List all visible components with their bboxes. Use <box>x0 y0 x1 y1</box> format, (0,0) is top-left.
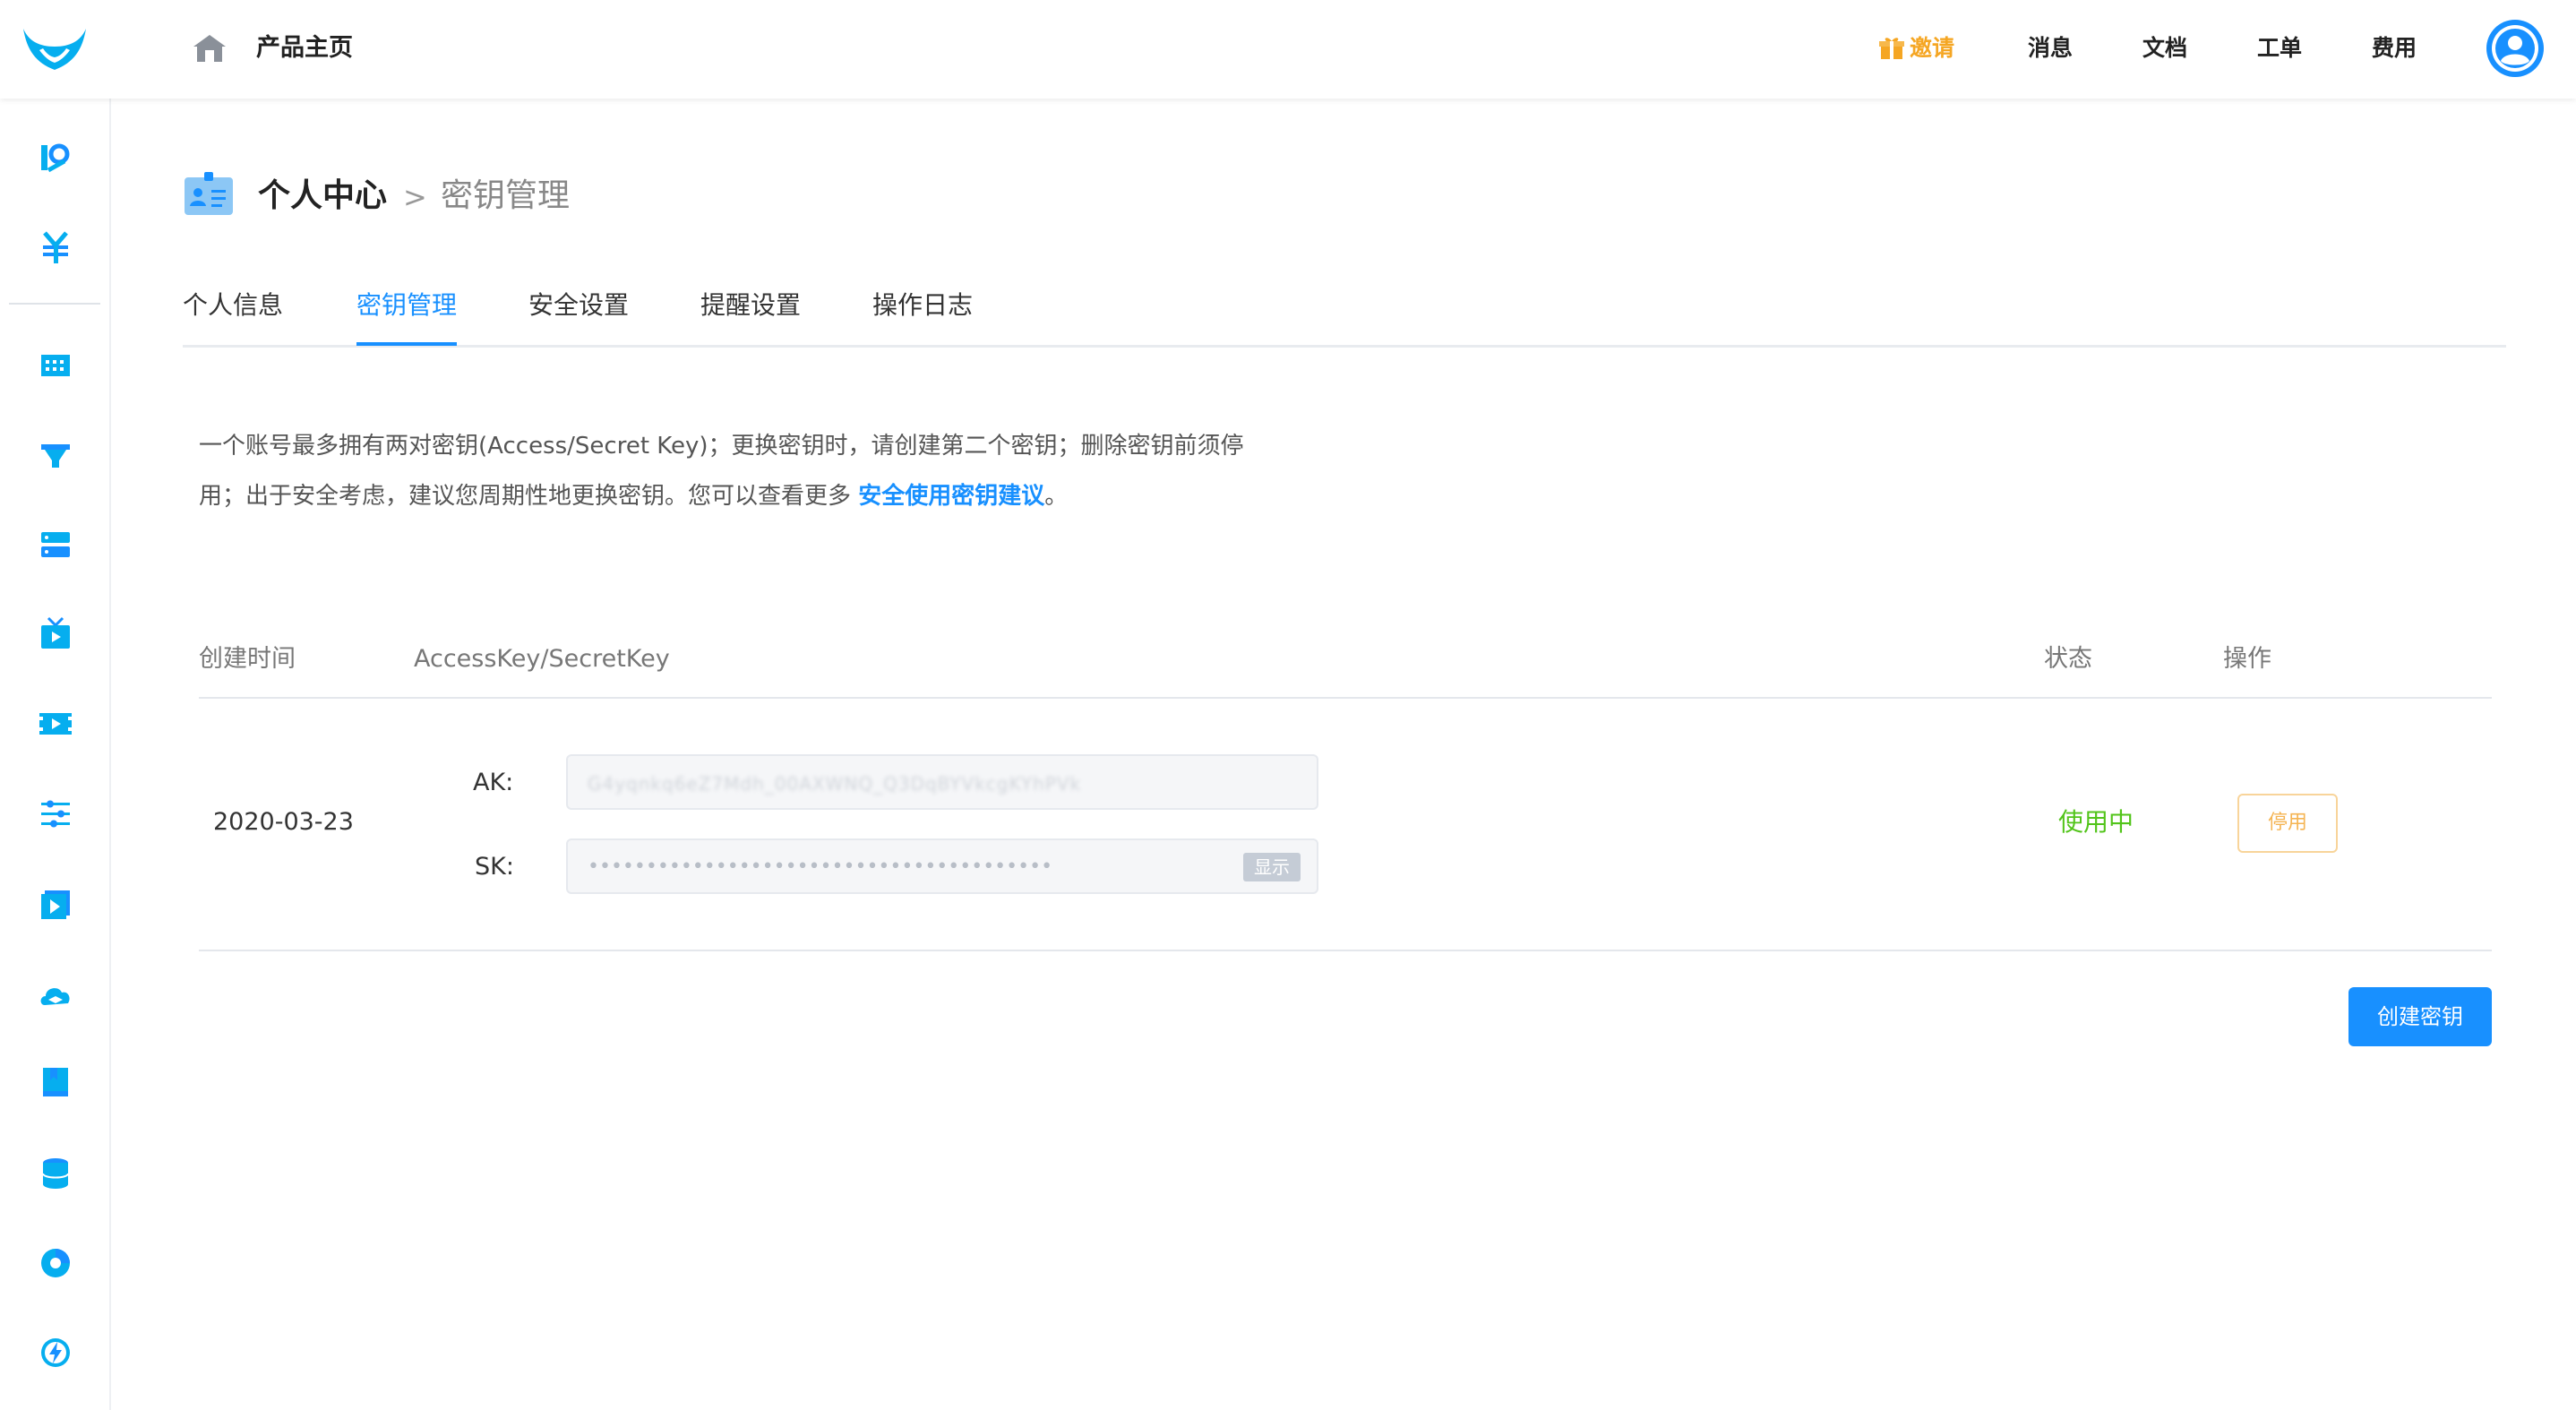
server-icon[interactable] <box>38 527 73 563</box>
lightning-icon[interactable] <box>38 1335 73 1371</box>
table-row-divider <box>199 950 2492 951</box>
video-icon[interactable] <box>38 706 73 742</box>
ai-icon[interactable] <box>38 140 73 176</box>
security-advice-link[interactable]: 安全使用密钥建议 <box>858 483 1044 510</box>
top-bar: 产品主页 邀请 消息 文档 工单 费用 <box>0 0 2576 99</box>
id-card-icon <box>185 172 233 215</box>
create-key-button[interactable]: 创建密钥 <box>2348 987 2492 1046</box>
notice-line-2-suffix: 。 <box>1044 483 1069 510</box>
breadcrumb-separator: > <box>403 180 427 214</box>
dashboard-icon[interactable] <box>38 348 73 383</box>
sk-label: SK: <box>475 853 514 881</box>
page-title: 个人中心 <box>258 177 388 214</box>
key-notice: 一个账号最多拥有两对密钥(Access/Secret Key)；更换密钥时，请创… <box>199 421 1363 521</box>
tab-bar: 个人信息 密钥管理 安全设置 提醒设置 操作日志 <box>183 278 2506 348</box>
user-icon <box>2492 25 2538 72</box>
product-home-link[interactable]: 产品主页 <box>256 30 353 66</box>
sidebar <box>0 99 111 1410</box>
qiniu-logo-icon[interactable] <box>20 23 90 75</box>
ak-label: AK: <box>473 769 514 796</box>
billing-link[interactable]: 费用 <box>2372 30 2417 66</box>
column-header-key: AccessKey/SecretKey <box>414 645 670 673</box>
tab-key-management[interactable]: 密钥管理 <box>356 283 457 328</box>
sliders-icon[interactable] <box>38 795 73 831</box>
table-header-divider <box>199 697 2492 699</box>
tab-reminder-settings[interactable]: 提醒设置 <box>700 283 801 328</box>
invite-link[interactable]: 邀请 <box>1879 30 1954 66</box>
active-tab-indicator <box>356 342 457 346</box>
show-secret-button[interactable]: 显示 <box>1243 853 1301 881</box>
column-header-created: 创建时间 <box>199 645 296 673</box>
invite-label: 邀请 <box>1910 35 1955 61</box>
access-key-field[interactable]: G4yqnkq6eZ7Mdh_00AXWNQ_Q3DqBYVkcgKYhPVk <box>566 754 1318 810</box>
messages-link[interactable]: 消息 <box>2028 30 2073 66</box>
status-badge: 使用中 <box>2058 807 2134 837</box>
tab-security-settings[interactable]: 安全设置 <box>528 283 629 328</box>
notice-line-2-prefix: 用；出于安全考虑，建议您周期性地更换密钥。您可以查看更多 <box>199 483 859 510</box>
notice-line-1: 一个账号最多拥有两对密钥(Access/Secret Key)；更换密钥时，请创… <box>199 433 1244 460</box>
docs-link[interactable]: 文档 <box>2142 30 2187 66</box>
ticket-link[interactable]: 工单 <box>2257 30 2302 66</box>
notice-line-2: 用；出于安全考虑，建议您周期性地更换密钥。您可以查看更多 安全使用密钥建议。 <box>199 471 1363 521</box>
disable-key-button[interactable]: 停用 <box>2237 794 2338 853</box>
sidebar-divider <box>9 303 100 305</box>
book-icon[interactable] <box>38 1064 73 1100</box>
tab-operation-log[interactable]: 操作日志 <box>872 283 973 328</box>
tv-icon[interactable] <box>38 616 73 652</box>
tab-personal-info[interactable]: 个人信息 <box>183 283 283 328</box>
home-icon[interactable] <box>192 32 228 64</box>
play-icon[interactable] <box>38 887 73 923</box>
yuan-icon[interactable] <box>38 229 73 265</box>
secret-key-field[interactable]: ••••••••••••••••••••••••••••••••••••••••… <box>566 838 1318 894</box>
gift-icon <box>1879 38 1904 59</box>
page-subtitle: 密钥管理 <box>441 177 571 214</box>
funnel-icon[interactable] <box>38 437 73 473</box>
chart-icon[interactable] <box>38 1245 73 1281</box>
column-header-status: 状态 <box>2044 645 2092 673</box>
access-key-value: G4yqnkq6eZ7Mdh_00AXWNQ_Q3DqBYVkcgKYhPVk <box>588 773 1082 795</box>
database-icon[interactable] <box>38 1156 73 1191</box>
secret-key-value: •••••••••••••••••••••••••••••••••••••••• <box>588 855 1053 878</box>
cloud-icon[interactable] <box>38 976 73 1012</box>
created-date: 2020-03-23 <box>213 808 354 836</box>
avatar[interactable] <box>2486 20 2544 77</box>
column-header-action: 操作 <box>2223 645 2271 673</box>
